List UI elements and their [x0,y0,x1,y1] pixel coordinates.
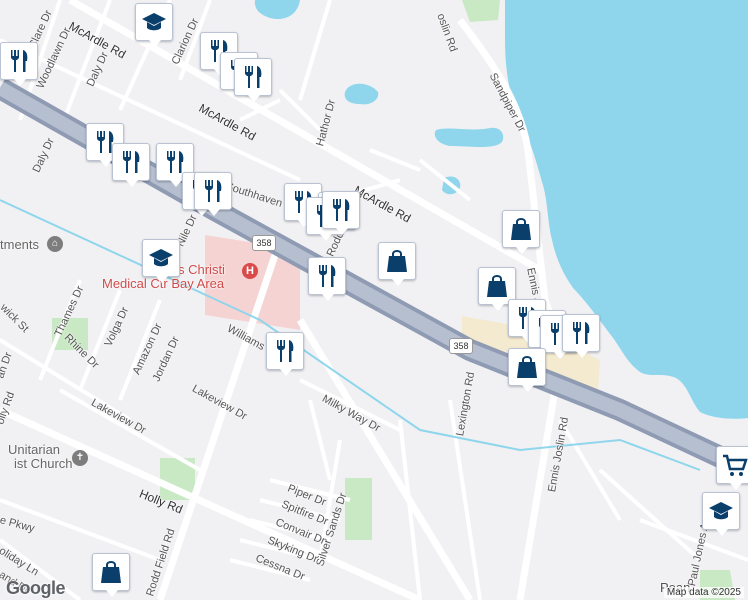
map-attribution[interactable]: Map data ©2025 [663,587,744,598]
route-358-shield: 358 [252,235,276,251]
restaurant-marker[interactable] [308,257,346,301]
restaurant-marker[interactable] [112,143,150,187]
poi-label-hospital: s Christi [178,262,225,277]
restaurant-marker[interactable] [234,58,272,102]
shopping-marker[interactable] [92,553,130,597]
pond [344,83,379,105]
poi-label-church: Unitarian [8,442,61,457]
restaurant-marker[interactable] [266,332,304,376]
park-silver-sands [345,478,372,540]
restaurant-marker[interactable] [562,314,600,358]
route-358-shield: 358 [449,338,473,354]
poi-label-church: ist Church [14,456,73,471]
pond-top [254,0,300,20]
map-canvas[interactable]: McArdle Rd McArdle Rd McArdle Rd Clare D… [0,0,748,600]
school-marker[interactable] [142,239,180,283]
canal [434,127,504,147]
grocery-marker[interactable] [716,446,748,490]
hospital-icon: H [242,263,258,279]
shopping-marker[interactable] [502,210,540,254]
shopping-marker[interactable] [508,348,546,392]
restaurant-marker[interactable] [322,191,360,235]
park-top [462,0,500,22]
poi-label-apartments: tments [0,237,40,252]
apartments-icon: ⌂ [47,236,63,252]
map-base-layer [0,0,748,600]
restaurant-marker[interactable] [194,172,232,216]
church-icon: ✝ [72,450,88,466]
restaurant-marker[interactable] [0,42,38,86]
school-marker[interactable] [135,3,173,47]
school-marker[interactable] [702,492,740,536]
google-logo: Google [6,578,66,598]
shopping-marker[interactable] [378,242,416,286]
